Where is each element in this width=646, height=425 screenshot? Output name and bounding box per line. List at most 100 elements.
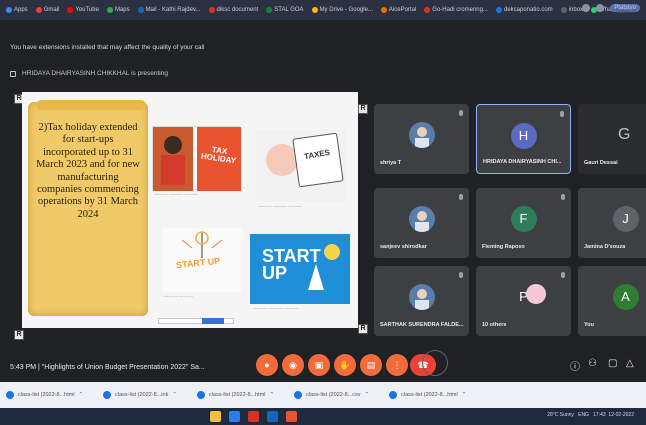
windows-taskbar: 28°C Sunny ENG 17:43 12-02-2022: [0, 408, 646, 425]
participant-photo: [408, 206, 435, 232]
bookmark-favicon-icon: [35, 7, 42, 13]
bookmark-label: Apps: [14, 7, 28, 13]
clock-date[interactable]: 12-02-2022: [608, 412, 634, 418]
bookmark-item[interactable]: Mail - Kathi Rajdev...: [137, 7, 201, 13]
download-filename: class-list (2022-8...csv: [306, 392, 361, 398]
image-caption: ———— ———— ————: [254, 306, 298, 310]
bookmark-item[interactable]: Go-Hadi cromenng...: [424, 7, 488, 13]
chat-icon[interactable]: ▢: [608, 358, 617, 369]
chevron-up-icon[interactable]: ⌃: [79, 392, 84, 398]
people-icon[interactable]: ⚇: [588, 358, 597, 369]
profile-icon[interactable]: [596, 4, 605, 12]
meeting-control-bar: 5:43 PM | "Highlights of Union Budget Pr…: [0, 344, 646, 382]
bookmark-label: Gmail: [43, 7, 60, 13]
present-screen-icon: [10, 70, 16, 77]
bookmark-item[interactable]: Maps: [106, 7, 130, 13]
download-item[interactable]: class-list (2022-8...csv ⌃: [294, 391, 369, 399]
participant-tile[interactable]: sanjeev shirodkar: [374, 188, 469, 258]
bookmark-favicon-icon: [495, 7, 502, 13]
activities-icon[interactable]: △: [626, 358, 634, 369]
participant-name: You: [584, 322, 594, 328]
slide-scroll-text: 2)Tax holiday extended for start-ups inc…: [36, 122, 140, 220]
slide-search-button: [202, 318, 224, 324]
present-button[interactable]: ▤: [360, 354, 382, 376]
participant-tile[interactable]: shriya T: [374, 104, 469, 174]
clock-time[interactable]: 17:43: [593, 412, 606, 418]
language-indicator[interactable]: ENG: [578, 412, 589, 418]
bookmark-favicon-icon: [67, 7, 74, 13]
extension-icon[interactable]: [582, 4, 591, 12]
participant-tile[interactable]: H HRIDAYA DHAIRYASINH CHI...: [476, 104, 571, 174]
bookmark-item[interactable]: YouTube: [67, 7, 99, 13]
participant-tile[interactable]: SARTHAK SURENDRA FALDE...: [374, 266, 469, 336]
bookmark-item[interactable]: STAL GOA: [266, 7, 304, 13]
present-screen-icon: ▤: [366, 359, 376, 370]
camera-button[interactable]: ◉: [282, 354, 304, 376]
mic-muted-icon: [459, 272, 463, 278]
bookmark-label: YouTube: [75, 7, 99, 13]
download-item[interactable]: class-list (2022-8...ink ⌃: [103, 391, 177, 399]
corner-handle-icon: R: [358, 104, 368, 114]
taxes-illustration: [266, 132, 344, 188]
chevron-up-icon[interactable]: ⌃: [270, 392, 275, 398]
download-item[interactable]: class-list (2022-8...html ⌃: [6, 391, 83, 399]
more-options-button[interactable]: ⋮: [386, 354, 408, 376]
mic-off-icon: ●: [264, 359, 270, 370]
image-caption: ———— ————: [164, 294, 193, 298]
mic-muted-icon: [561, 194, 565, 200]
bookmark-favicon-icon: [266, 7, 273, 13]
bookmark-label: diksc document: [216, 7, 259, 13]
download-item[interactable]: class-list (2022-8...html ⌃: [389, 391, 466, 399]
download-item[interactable]: class-list (2022-8...html ⌃: [196, 391, 275, 399]
participant-tile[interactable]: P 10 others: [476, 266, 571, 336]
file-icon: [294, 391, 303, 399]
participant-tile[interactable]: A You: [578, 266, 646, 336]
raise-hand-button[interactable]: ✋: [334, 354, 356, 376]
bookmark-item[interactable]: inbox: [560, 7, 583, 13]
bookmark-item[interactable]: Apps: [6, 7, 28, 13]
participant-avatar: F: [510, 206, 537, 232]
participant-name: 10 others: [482, 322, 507, 328]
file-explorer-icon[interactable]: [210, 411, 221, 422]
chrome-icon[interactable]: [248, 411, 259, 422]
downloads-bar: class-list (2022-8...html ⌃ class-list (20…: [0, 382, 646, 408]
download-filename: class-list (2022-8...ink: [115, 392, 169, 398]
participant-name: Fleming Raposo: [482, 244, 525, 250]
bookmark-item[interactable]: dekcaponatio.com: [495, 7, 553, 13]
bookmark-label: AicePortal: [388, 7, 417, 13]
powerpoint-icon[interactable]: [286, 411, 297, 422]
chevron-up-icon[interactable]: ⌃: [462, 392, 467, 398]
bookmark-favicon-icon: [6, 7, 12, 13]
chevron-up-icon[interactable]: ⌃: [365, 392, 370, 398]
chevron-up-icon[interactable]: ⌃: [172, 392, 177, 398]
participant-tile[interactable]: J Jamina D'souza: [578, 188, 646, 258]
participant-photo: [408, 122, 435, 148]
bookmark-item[interactable]: My Drive - Google...: [311, 7, 373, 13]
scroll-graphic: 2)Tax holiday extended for start-ups inc…: [28, 100, 148, 316]
show-all-downloads[interactable]: Show all: [615, 9, 636, 15]
word-icon[interactable]: [267, 411, 278, 422]
bookmark-label: dekcaponatio.com: [503, 7, 553, 13]
bookmark-item[interactable]: diksc document: [208, 7, 259, 13]
file-icon: [196, 391, 205, 399]
corner-handle-icon: R: [14, 330, 24, 340]
meeting-time-title: 5:43 PM | "Highlights of Union Budget Pr…: [10, 364, 205, 371]
file-icon: [6, 391, 14, 399]
download-filename: class-list (2022-8...html: [401, 392, 458, 398]
bookmark-item[interactable]: Gmail: [35, 7, 60, 13]
participant-tile[interactable]: F Fleming Raposo: [476, 188, 571, 258]
presenting-banner: HRIDAYA DHAIRYASINH CHIKKHAL is presenti…: [10, 70, 168, 77]
bookmarks-bar: Apps Gmail YouTube Maps Mail - Kathi Rajdev.…: [0, 0, 646, 20]
info-icon[interactable]: ⓘ: [570, 358, 580, 373]
participant-name: sanjeev shirodkar: [380, 244, 427, 250]
system-tray: 28°C Sunny ENG 17:43 12-02-2022: [547, 412, 634, 418]
participant-tile[interactable]: G Gauri Dessai: [578, 104, 646, 174]
bookmark-item[interactable]: AicePortal: [380, 7, 417, 13]
captions-button[interactable]: ▣: [308, 354, 330, 376]
download-filename: class-list (2022-8...html: [18, 392, 75, 398]
weather-text[interactable]: 28°C Sunny: [547, 412, 574, 418]
mic-button[interactable]: ●: [256, 354, 278, 376]
edge-icon[interactable]: [229, 411, 240, 422]
bookmark-favicon-icon: [560, 7, 567, 13]
reaction-circle[interactable]: [422, 350, 448, 376]
